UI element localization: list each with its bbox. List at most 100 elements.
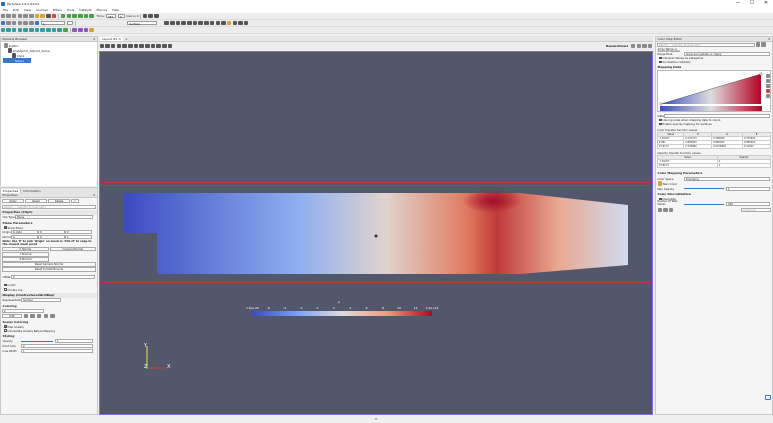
interact-select-icon[interactable] bbox=[226, 20, 232, 26]
close-icon[interactable]: ✕ bbox=[93, 193, 96, 198]
origin-y-field[interactable]: 0 bbox=[38, 230, 65, 234]
zoom-data-icon[interactable] bbox=[215, 20, 220, 26]
interactive-select-icon[interactable] bbox=[145, 43, 150, 49]
glyph-icon[interactable] bbox=[34, 27, 40, 33]
help-icon[interactable] bbox=[668, 207, 674, 213]
close-icon[interactable]: ✕ bbox=[93, 37, 96, 42]
menu-sources[interactable]: Sources bbox=[36, 8, 48, 12]
hover-cells-icon[interactable] bbox=[238, 20, 243, 26]
view-y-icon[interactable] bbox=[175, 20, 181, 26]
clip-icon[interactable] bbox=[11, 27, 17, 33]
x-normal-button[interactable]: X Normal bbox=[2, 246, 49, 252]
query-icon[interactable] bbox=[78, 27, 83, 33]
settings-icon[interactable] bbox=[755, 42, 761, 47]
redo-icon[interactable] bbox=[40, 13, 45, 19]
shrink-selection-icon[interactable] bbox=[162, 43, 167, 49]
edit-colormap-button[interactable]: Edit bbox=[2, 313, 22, 319]
rotate-neg90-icon[interactable] bbox=[204, 20, 209, 26]
transfer-cell[interactable]: 0.705882 bbox=[683, 144, 713, 149]
rescale-custom-icon[interactable] bbox=[765, 78, 770, 83]
origin-x-field[interactable]: 0.1441 bbox=[11, 230, 38, 234]
select-icon[interactable] bbox=[221, 20, 226, 26]
loop-icon[interactable] bbox=[89, 13, 94, 19]
reset-button[interactable]: Reset bbox=[25, 198, 47, 204]
opacity-row[interactable]: 15.8173 1 bbox=[657, 163, 772, 168]
color-transfer-bar[interactable] bbox=[660, 106, 762, 111]
nan-color-swatch[interactable] bbox=[657, 181, 662, 186]
camera-link-icon[interactable] bbox=[148, 13, 153, 19]
python-shell-icon[interactable] bbox=[765, 395, 771, 400]
delete-button[interactable]: Delete bbox=[48, 198, 70, 204]
rescale-icon[interactable] bbox=[765, 73, 770, 78]
rescale-temporal-icon[interactable] bbox=[36, 313, 42, 319]
rescale-visible-icon[interactable] bbox=[43, 313, 49, 319]
group-icon[interactable] bbox=[51, 27, 57, 33]
point-size-field[interactable]: 2 bbox=[21, 344, 93, 348]
clip-type-select[interactable]: Plane bbox=[15, 215, 93, 219]
reset-view-icon[interactable] bbox=[99, 43, 105, 49]
new-layout-tab[interactable]: + bbox=[123, 37, 130, 41]
open-icon[interactable] bbox=[0, 13, 6, 19]
rescale-custom-icon[interactable] bbox=[17, 20, 23, 26]
gear-icon[interactable] bbox=[761, 42, 766, 47]
nan-opacity-field[interactable]: 1 bbox=[726, 186, 770, 191]
rescale-icon[interactable] bbox=[23, 313, 29, 319]
help-button[interactable]: ? bbox=[71, 198, 79, 204]
tab-information[interactable]: Information bbox=[21, 189, 42, 193]
camera-undo-icon[interactable] bbox=[154, 13, 159, 19]
extract-level-icon[interactable] bbox=[57, 27, 62, 33]
select-polygon-icon[interactable] bbox=[133, 43, 139, 49]
menu-file[interactable]: File bbox=[3, 8, 8, 12]
view-z-icon[interactable] bbox=[187, 20, 192, 26]
rescale-temporal-icon[interactable] bbox=[29, 20, 34, 26]
python-icon[interactable] bbox=[63, 27, 68, 33]
view-x-icon[interactable] bbox=[164, 20, 169, 26]
extract-subset-icon[interactable] bbox=[29, 27, 34, 33]
menu-filters[interactable]: Filters bbox=[53, 8, 62, 12]
opacity-field[interactable]: 1 bbox=[55, 339, 93, 343]
tab-layout-1[interactable]: Layout #1 ✕ bbox=[100, 36, 124, 41]
invert-icon[interactable] bbox=[765, 83, 770, 88]
color-by-select[interactable]: p bbox=[2, 309, 44, 313]
reset-camera-normal-button[interactable]: Reset Camera Normal bbox=[2, 262, 96, 267]
presets-icon[interactable] bbox=[765, 88, 770, 93]
opacity-cell[interactable]: 1 bbox=[716, 163, 772, 168]
disconnect-icon[interactable] bbox=[29, 13, 34, 19]
select-blocks-icon[interactable] bbox=[139, 43, 144, 49]
grab-icon[interactable] bbox=[243, 20, 249, 26]
play-icon[interactable] bbox=[72, 13, 77, 19]
crinkle-checkbox[interactable]: Crinkle clip bbox=[1, 288, 97, 292]
scalar-bar-icon[interactable] bbox=[50, 313, 55, 319]
select-cells-icon[interactable] bbox=[116, 43, 122, 49]
close-tab-icon[interactable]: ✕ bbox=[119, 37, 122, 41]
select-points-icon[interactable] bbox=[122, 43, 127, 49]
save-icon[interactable] bbox=[6, 13, 11, 19]
hover-points-icon[interactable] bbox=[232, 20, 238, 26]
select-frustum-icon[interactable] bbox=[128, 43, 133, 49]
menu-edit[interactable]: Edit bbox=[13, 8, 19, 12]
maximize-view-icon[interactable] bbox=[642, 43, 647, 49]
capture-icon[interactable] bbox=[110, 43, 116, 49]
apply-button[interactable]: Apply bbox=[2, 198, 24, 204]
time-step-field[interactable]: 0 bbox=[117, 13, 125, 19]
menu-help[interactable]: Help bbox=[112, 8, 119, 12]
menu-macros[interactable]: Macros bbox=[97, 8, 108, 12]
close-button[interactable]: ✕ bbox=[759, 0, 773, 7]
offset-field[interactable]: 0 bbox=[11, 274, 95, 279]
macro-icon[interactable] bbox=[83, 27, 89, 33]
status-close-icon[interactable]: ✕ bbox=[375, 417, 378, 421]
contour-icon[interactable] bbox=[6, 27, 11, 33]
slice-icon[interactable] bbox=[17, 27, 23, 33]
warp-icon[interactable] bbox=[46, 27, 51, 33]
apply-icon[interactable] bbox=[657, 207, 663, 213]
view-neg-y-icon[interactable] bbox=[181, 20, 186, 26]
color-transfer-table[interactable]: Value R G B -7.81707 0.231373 0.298039 0.752941… bbox=[656, 132, 771, 149]
view-neg-x-icon[interactable] bbox=[170, 20, 175, 26]
close-view-icon[interactable] bbox=[647, 43, 653, 49]
pipeline-item-clip[interactable]: Clip1 bbox=[3, 53, 95, 58]
save-state-icon[interactable] bbox=[17, 13, 23, 19]
close-icon[interactable]: ✕ bbox=[768, 37, 771, 42]
auto-rescale-select[interactable]: Grow and update on 'Apply' bbox=[684, 51, 770, 56]
nan-opacity-slider[interactable] bbox=[684, 188, 724, 189]
properties-search-input[interactable]: Search ... (use Esc to clear text) bbox=[2, 204, 96, 209]
